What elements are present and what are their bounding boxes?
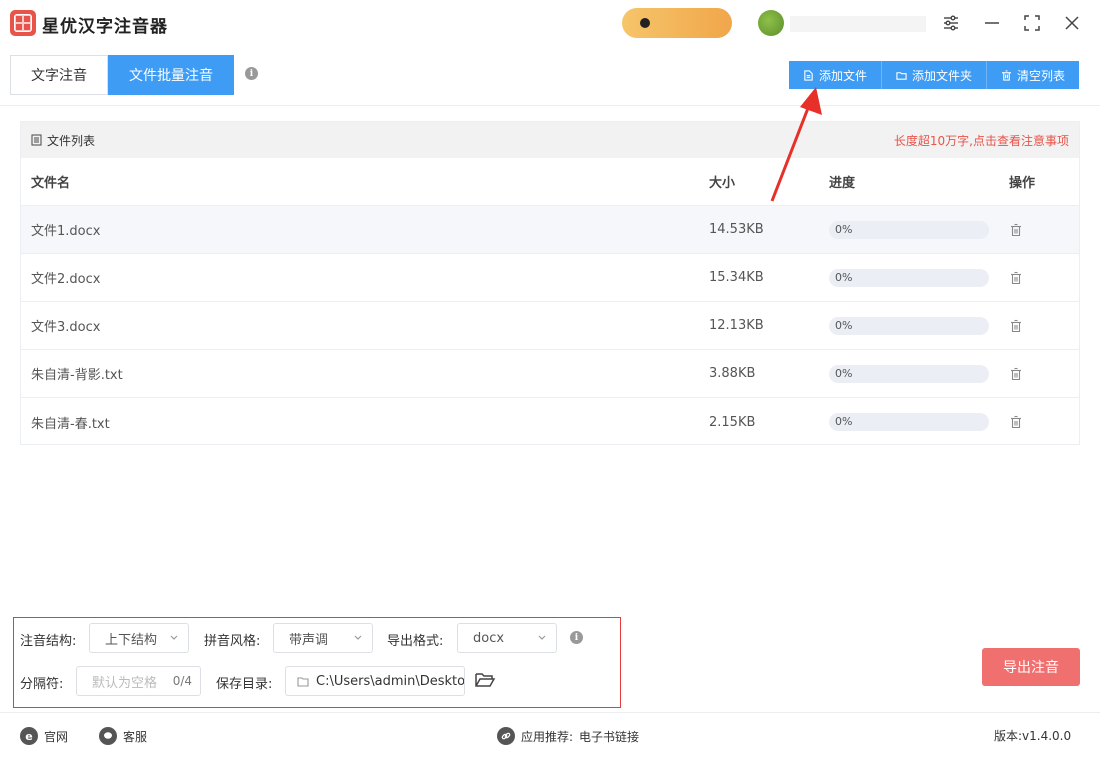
separator-input[interactable]: 默认为空格 0/4	[76, 666, 201, 696]
save-dir-label: 保存目录:	[216, 677, 273, 692]
support-link[interactable]: 客服	[99, 727, 147, 745]
length-notice-link[interactable]: 长度超10万字,点击查看注意事项	[894, 132, 1069, 149]
progress-text: 0%	[835, 222, 853, 236]
structure-select[interactable]: 上下结构	[89, 623, 189, 653]
app-recommend: 应用推荐: 电子书链接	[497, 727, 639, 745]
settings-sliders-icon[interactable]	[940, 12, 962, 34]
export-settings-panel: 注音结构: 上下结构 拼音风格: 带声调 导出格式: docx i 分隔符: 默…	[13, 617, 621, 708]
file-name: 朱自清-春.txt	[31, 416, 110, 432]
file-list-header: 文件列表 长度超10万字,点击查看注意事项	[21, 122, 1079, 158]
progress-bar: 0%	[829, 364, 989, 383]
progress-bar: 0%	[829, 316, 989, 335]
mode-tabs: 文字注音 文件批量注音	[10, 55, 234, 95]
file-size: 14.53KB	[709, 222, 764, 237]
app-title: 星优汉字注音器	[42, 17, 168, 37]
col-action: 操作	[1009, 176, 1036, 191]
delete-row-icon[interactable]	[1009, 271, 1023, 285]
annotation-arrow	[770, 87, 822, 202]
list-icon	[31, 134, 42, 146]
format-info-icon[interactable]: i	[570, 631, 583, 644]
export-button[interactable]: 导出注音	[982, 648, 1080, 686]
file-size: 12.13KB	[709, 318, 764, 333]
chat-icon	[99, 727, 117, 745]
separator-char-count: 0/4	[172, 674, 192, 688]
structure-label: 注音结构:	[20, 634, 77, 649]
delete-row-icon[interactable]	[1009, 367, 1023, 381]
table-header: 文件名 大小 进度 操作	[21, 158, 1079, 206]
progress-text: 0%	[835, 366, 853, 380]
col-filename: 文件名	[31, 176, 71, 191]
user-vip-badge[interactable]	[622, 8, 732, 38]
add-folder-button[interactable]: 添加文件夹	[882, 61, 988, 89]
file-toolbar: 添加文件 添加文件夹 清空列表	[789, 61, 1080, 89]
website-link[interactable]: e 官网	[20, 727, 68, 745]
pinyin-style-label: 拼音风格:	[204, 634, 261, 649]
pinyin-style-select[interactable]: 带声调	[273, 623, 373, 653]
app-logo	[10, 10, 36, 36]
clear-list-button[interactable]: 清空列表	[987, 61, 1080, 89]
divider	[0, 105, 1100, 106]
file-list-title: 文件列表	[47, 133, 96, 148]
file-name: 文件2.docx	[31, 272, 101, 287]
ebook-link[interactable]: 电子书链接	[579, 728, 639, 745]
chevron-down-icon	[538, 635, 546, 640]
col-progress: 进度	[829, 176, 856, 191]
file-size: 2.15KB	[709, 414, 756, 430]
username-area	[790, 16, 926, 32]
chevron-down-icon	[354, 635, 362, 640]
table-row[interactable]: 文件1.docx 14.53KB 0%	[21, 206, 1079, 254]
file-name: 朱自清-背影.txt	[31, 368, 123, 383]
recommend-label: 应用推荐:	[521, 729, 574, 744]
table-row[interactable]: 文件3.docx 12.13KB 0%	[21, 302, 1079, 350]
table-row[interactable]: 文件2.docx 15.34KB 0%	[21, 254, 1079, 302]
file-size: 3.88KB	[709, 366, 756, 381]
clear-list-label: 清空列表	[1017, 68, 1066, 83]
progress-text: 0%	[835, 270, 853, 284]
format-select[interactable]: docx	[457, 623, 557, 653]
add-folder-label: 添加文件夹	[912, 68, 973, 83]
separator-label: 分隔符:	[20, 677, 64, 692]
format-label: 导出格式:	[387, 634, 444, 649]
ie-icon: e	[20, 727, 38, 745]
maximize-icon[interactable]	[1021, 12, 1043, 34]
progress-bar: 0%	[829, 268, 989, 287]
file-icon	[804, 69, 813, 81]
progress-text: 0%	[835, 415, 853, 428]
avatar[interactable]	[758, 10, 784, 36]
chevron-down-icon	[170, 635, 178, 640]
progress-bar: 0%	[829, 413, 989, 431]
progress-bar: 0%	[829, 220, 989, 239]
add-file-label: 添加文件	[819, 68, 868, 83]
footer: e 官网 客服 应用推荐: 电子书链接 版本:v1.4.0.0	[0, 713, 1100, 760]
table-row[interactable]: 朱自清-春.txt 2.15KB 0%	[21, 398, 1079, 446]
tab-batch-file-annotation[interactable]: 文件批量注音	[108, 55, 234, 95]
folder-icon	[896, 71, 907, 80]
folder-icon	[297, 677, 309, 687]
title-bar: 星优汉字注音器	[0, 0, 1100, 48]
file-name: 文件1.docx	[31, 224, 101, 239]
table-row[interactable]: 朱自清-背影.txt 3.88KB 0%	[21, 350, 1079, 398]
file-name: 文件3.docx	[31, 320, 101, 335]
delete-row-icon[interactable]	[1009, 319, 1023, 333]
trash-icon	[1001, 69, 1012, 81]
minimize-icon[interactable]	[981, 12, 1003, 34]
browse-folder-icon[interactable]	[474, 669, 496, 691]
progress-text: 0%	[835, 318, 853, 332]
close-icon[interactable]	[1061, 12, 1083, 34]
info-icon[interactable]: i	[245, 67, 258, 80]
delete-row-icon[interactable]	[1009, 415, 1023, 429]
col-size: 大小	[709, 176, 736, 191]
link-icon	[497, 727, 515, 745]
save-dir-input[interactable]: C:\Users\admin\Deskto	[285, 666, 465, 696]
file-list-panel: 文件列表 长度超10万字,点击查看注意事项 文件名 大小 进度 操作 文件1.d…	[20, 121, 1080, 445]
delete-row-icon[interactable]	[1009, 223, 1023, 237]
version-text: 版本:v1.4.0.0	[994, 729, 1072, 743]
file-size: 15.34KB	[709, 270, 764, 285]
tab-text-annotation[interactable]: 文字注音	[10, 55, 108, 95]
